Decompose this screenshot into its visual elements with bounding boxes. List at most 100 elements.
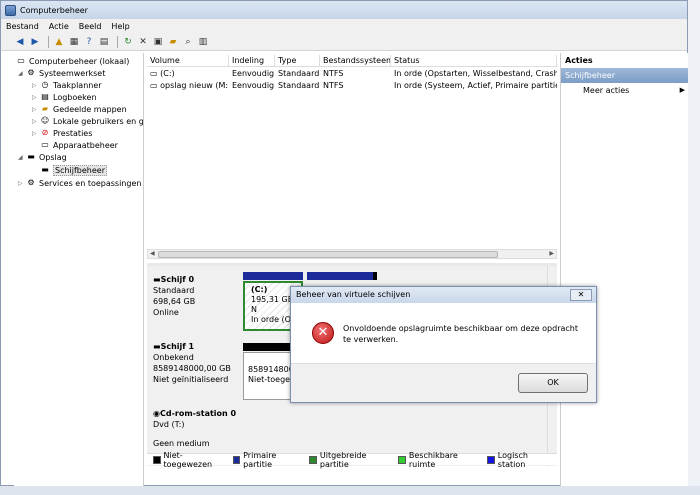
legend-swatch-unallocated (153, 455, 161, 464)
disk-1-label[interactable]: ▬Schijf 1 Onbekend 8589148000,00 GB Niet… (151, 341, 239, 401)
disk-name: Schijf 0 (160, 275, 195, 284)
column-indeling[interactable]: Indeling (229, 55, 275, 67)
disk-type: Onbekend (153, 353, 194, 362)
column-type[interactable]: Type (275, 55, 320, 67)
legend: Niet-toegewezen Primaire partitie Uitgeb… (147, 451, 557, 469)
scroll-left-icon[interactable]: ◀ (150, 250, 155, 257)
menu-help[interactable]: Help (106, 22, 134, 31)
volume-name: (C:) (160, 69, 175, 78)
volume-cell: ▭ opslag nieuw (M:) (147, 80, 229, 92)
type-cell: Standaard (278, 81, 320, 90)
tree-item-systeemwerkset[interactable]: ◢ ⚙ Systeemwerkset (18, 67, 105, 79)
tree-item-lokale-gebruikers[interactable]: ▷ ☺ Lokale gebruikers en gr (32, 115, 143, 127)
column-status[interactable]: Status (391, 55, 557, 67)
column-bestandssysteem[interactable]: Bestandssysteem (320, 55, 391, 67)
legend-label: Uitgebreide partitie (319, 450, 367, 469)
back-icon[interactable]: ◀ (14, 36, 26, 48)
tree-item-services[interactable]: ▷ ⚙ Services en toepassingen (18, 177, 141, 189)
up-icon[interactable]: ▲ (53, 36, 65, 48)
partition-unallocated[interactable]: 8589148000, Niet-toegew (243, 352, 293, 400)
console-icon[interactable]: ▦ (68, 36, 80, 48)
partition-size: 8589148000, (248, 365, 292, 374)
tree-item-apparaatbeheer[interactable]: ▭ Apparaatbeheer (40, 139, 118, 151)
tree-item-logboeken[interactable]: ▷ ▤ Logboeken (32, 91, 97, 103)
disk-icon: ▬ (153, 342, 161, 351)
shared-folder-icon: ▰ (41, 104, 49, 113)
volume-cell: ▭ (C:) (147, 68, 229, 80)
window-title: Computerbeheer (20, 5, 88, 15)
tree-item-gedeelde-mappen[interactable]: ▷ ▰ Gedeelde mappen (32, 103, 127, 115)
legend-swatch-primary (232, 455, 241, 464)
expand-icon[interactable]: ▷ (32, 94, 40, 101)
open-icon[interactable]: ▰ (167, 36, 179, 48)
disk-0-label[interactable]: ▬Schijf 0 Standaard 698,64 GB Online (151, 274, 239, 334)
menu-bar: Bestand Actie Beeld Help (1, 19, 687, 34)
expand-icon[interactable]: ▷ (32, 118, 40, 125)
close-icon[interactable]: ✕ (570, 289, 592, 301)
disk-size: 8589148000,00 GB (153, 364, 231, 373)
status-cell: In orde (Opstarten, Wisselbestand, Crash… (394, 69, 557, 78)
tree-item-taakplanner[interactable]: ▷ ◷ Taakplanner (32, 79, 102, 91)
delete-icon[interactable]: ✕ (137, 36, 149, 48)
menu-bestand[interactable]: Bestand (1, 22, 44, 31)
error-icon: ✕ (312, 322, 334, 344)
users-icon: ☺ (40, 116, 50, 125)
scroll-thumb[interactable] (158, 251, 498, 258)
indeling-cell: Eenvoudig (232, 69, 275, 78)
tree-item-schijfbeheer[interactable]: ▬ Schijfbeheer (40, 164, 108, 176)
tools-icon: ⚙ (27, 68, 35, 77)
help-icon[interactable]: ? (83, 36, 95, 48)
volume-table-header: Volume Indeling Type Bestandssysteem Sta… (147, 55, 557, 67)
drive-icon: ▭ (150, 81, 161, 90)
expand-icon[interactable]: ▷ (32, 130, 40, 137)
search-icon[interactable]: ⌕ (182, 36, 194, 48)
disk-name: Cd-rom-station 0 (159, 409, 237, 418)
cdrom-icon: ◉ (153, 409, 160, 418)
taskbar-edge (0, 486, 700, 495)
settings-icon[interactable]: ▥ (197, 36, 209, 48)
device-manager-icon: ▭ (41, 140, 49, 149)
error-dialog: Beheer van virtuele schijven ✕ ✕ Onvoldo… (290, 286, 597, 403)
menu-actie[interactable]: Actie (44, 22, 74, 31)
filesystem-cell: NTFS (323, 69, 344, 78)
horizontal-scrollbar[interactable]: ◀ ▶ (147, 249, 557, 259)
actions-section[interactable]: Schijfbeheer (561, 68, 689, 83)
table-row[interactable]: ▭ (C:) Eenvoudig Standaard NTFS In orde … (147, 68, 557, 80)
tree-root[interactable]: ▭ Computerbeheer (lokaal) (16, 55, 129, 67)
properties-icon[interactable]: ▣ (152, 36, 164, 48)
menu-beeld[interactable]: Beeld (74, 22, 107, 31)
disk-state: Geen medium (153, 439, 210, 448)
table-row[interactable]: ▭ opslag nieuw (M:) Eenvoudig Standaard … (147, 80, 557, 92)
actions-pane: Acties Schijfbeheer Meer acties ▶ (560, 53, 689, 486)
toolbar-separator (48, 36, 49, 48)
more-actions-label: Meer acties (583, 86, 630, 95)
status-cell: In orde (Systeem, Actief, Primaire parti… (394, 81, 557, 90)
expand-icon[interactable]: ▷ (32, 82, 40, 89)
chevron-right-icon: ▶ (679, 86, 685, 94)
dialog-footer: OK (291, 363, 596, 402)
tree-item-prestaties[interactable]: ▷ ⊘ Prestaties (32, 127, 92, 139)
expand-icon[interactable]: ▷ (32, 106, 40, 113)
dialog-message: Onvoldoende opslagruimte beschikbaar om … (343, 324, 578, 344)
collapse-icon[interactable]: ◢ (18, 70, 26, 77)
refresh-icon[interactable]: ↻ (122, 36, 134, 48)
ok-button[interactable]: OK (518, 373, 588, 393)
toolbar: ◀ ▶ ▲ ▦ ? ▤ ↻ ✕ ▣ ▰ ⌕ ▥ (1, 34, 687, 51)
forward-icon[interactable]: ▶ (29, 36, 41, 48)
computer-management-icon (5, 4, 16, 16)
scroll-right-icon[interactable]: ▶ (549, 250, 554, 257)
volume-name: opslag nieuw (M:) (160, 81, 229, 90)
collapse-icon[interactable]: ◢ (18, 154, 26, 161)
disk-size: 698,64 GB (153, 297, 196, 306)
column-volume[interactable]: Volume (147, 55, 229, 67)
tree-item-opslag[interactable]: ◢ ▬ Opslag (18, 151, 67, 163)
export-icon[interactable]: ▤ (98, 36, 110, 48)
log-icon: ▤ (41, 92, 49, 101)
navigation-tree: ▭ Computerbeheer (lokaal) ◢ ⚙ Systeemwer… (14, 53, 144, 486)
more-actions-item[interactable]: Meer acties ▶ (561, 83, 689, 98)
expand-icon[interactable]: ▷ (18, 180, 26, 187)
actions-header: Acties (565, 56, 593, 65)
cdrom-label[interactable]: ◉Cd-rom-station 0 Dvd (T:) Geen medium (151, 408, 239, 453)
disk-management-icon: ▬ (41, 165, 49, 174)
